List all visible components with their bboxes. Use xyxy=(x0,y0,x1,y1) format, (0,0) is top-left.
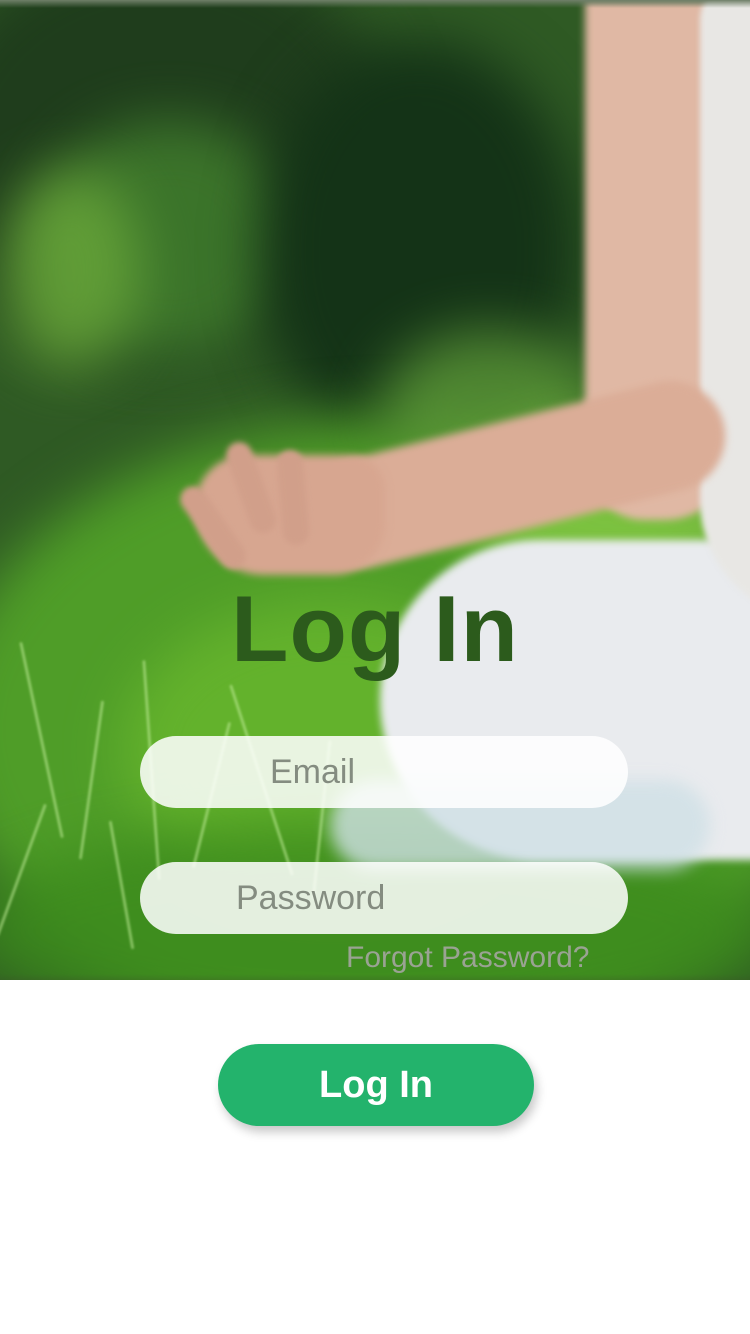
login-screen: Log In Forgot Password? Log In xyxy=(0,0,750,1334)
background-image xyxy=(0,0,750,980)
login-button[interactable]: Log In xyxy=(218,1044,534,1126)
page-title: Log In xyxy=(231,576,519,681)
forgot-password-link[interactable]: Forgot Password? xyxy=(346,936,589,980)
password-field[interactable] xyxy=(140,862,628,934)
email-field[interactable] xyxy=(140,736,628,808)
